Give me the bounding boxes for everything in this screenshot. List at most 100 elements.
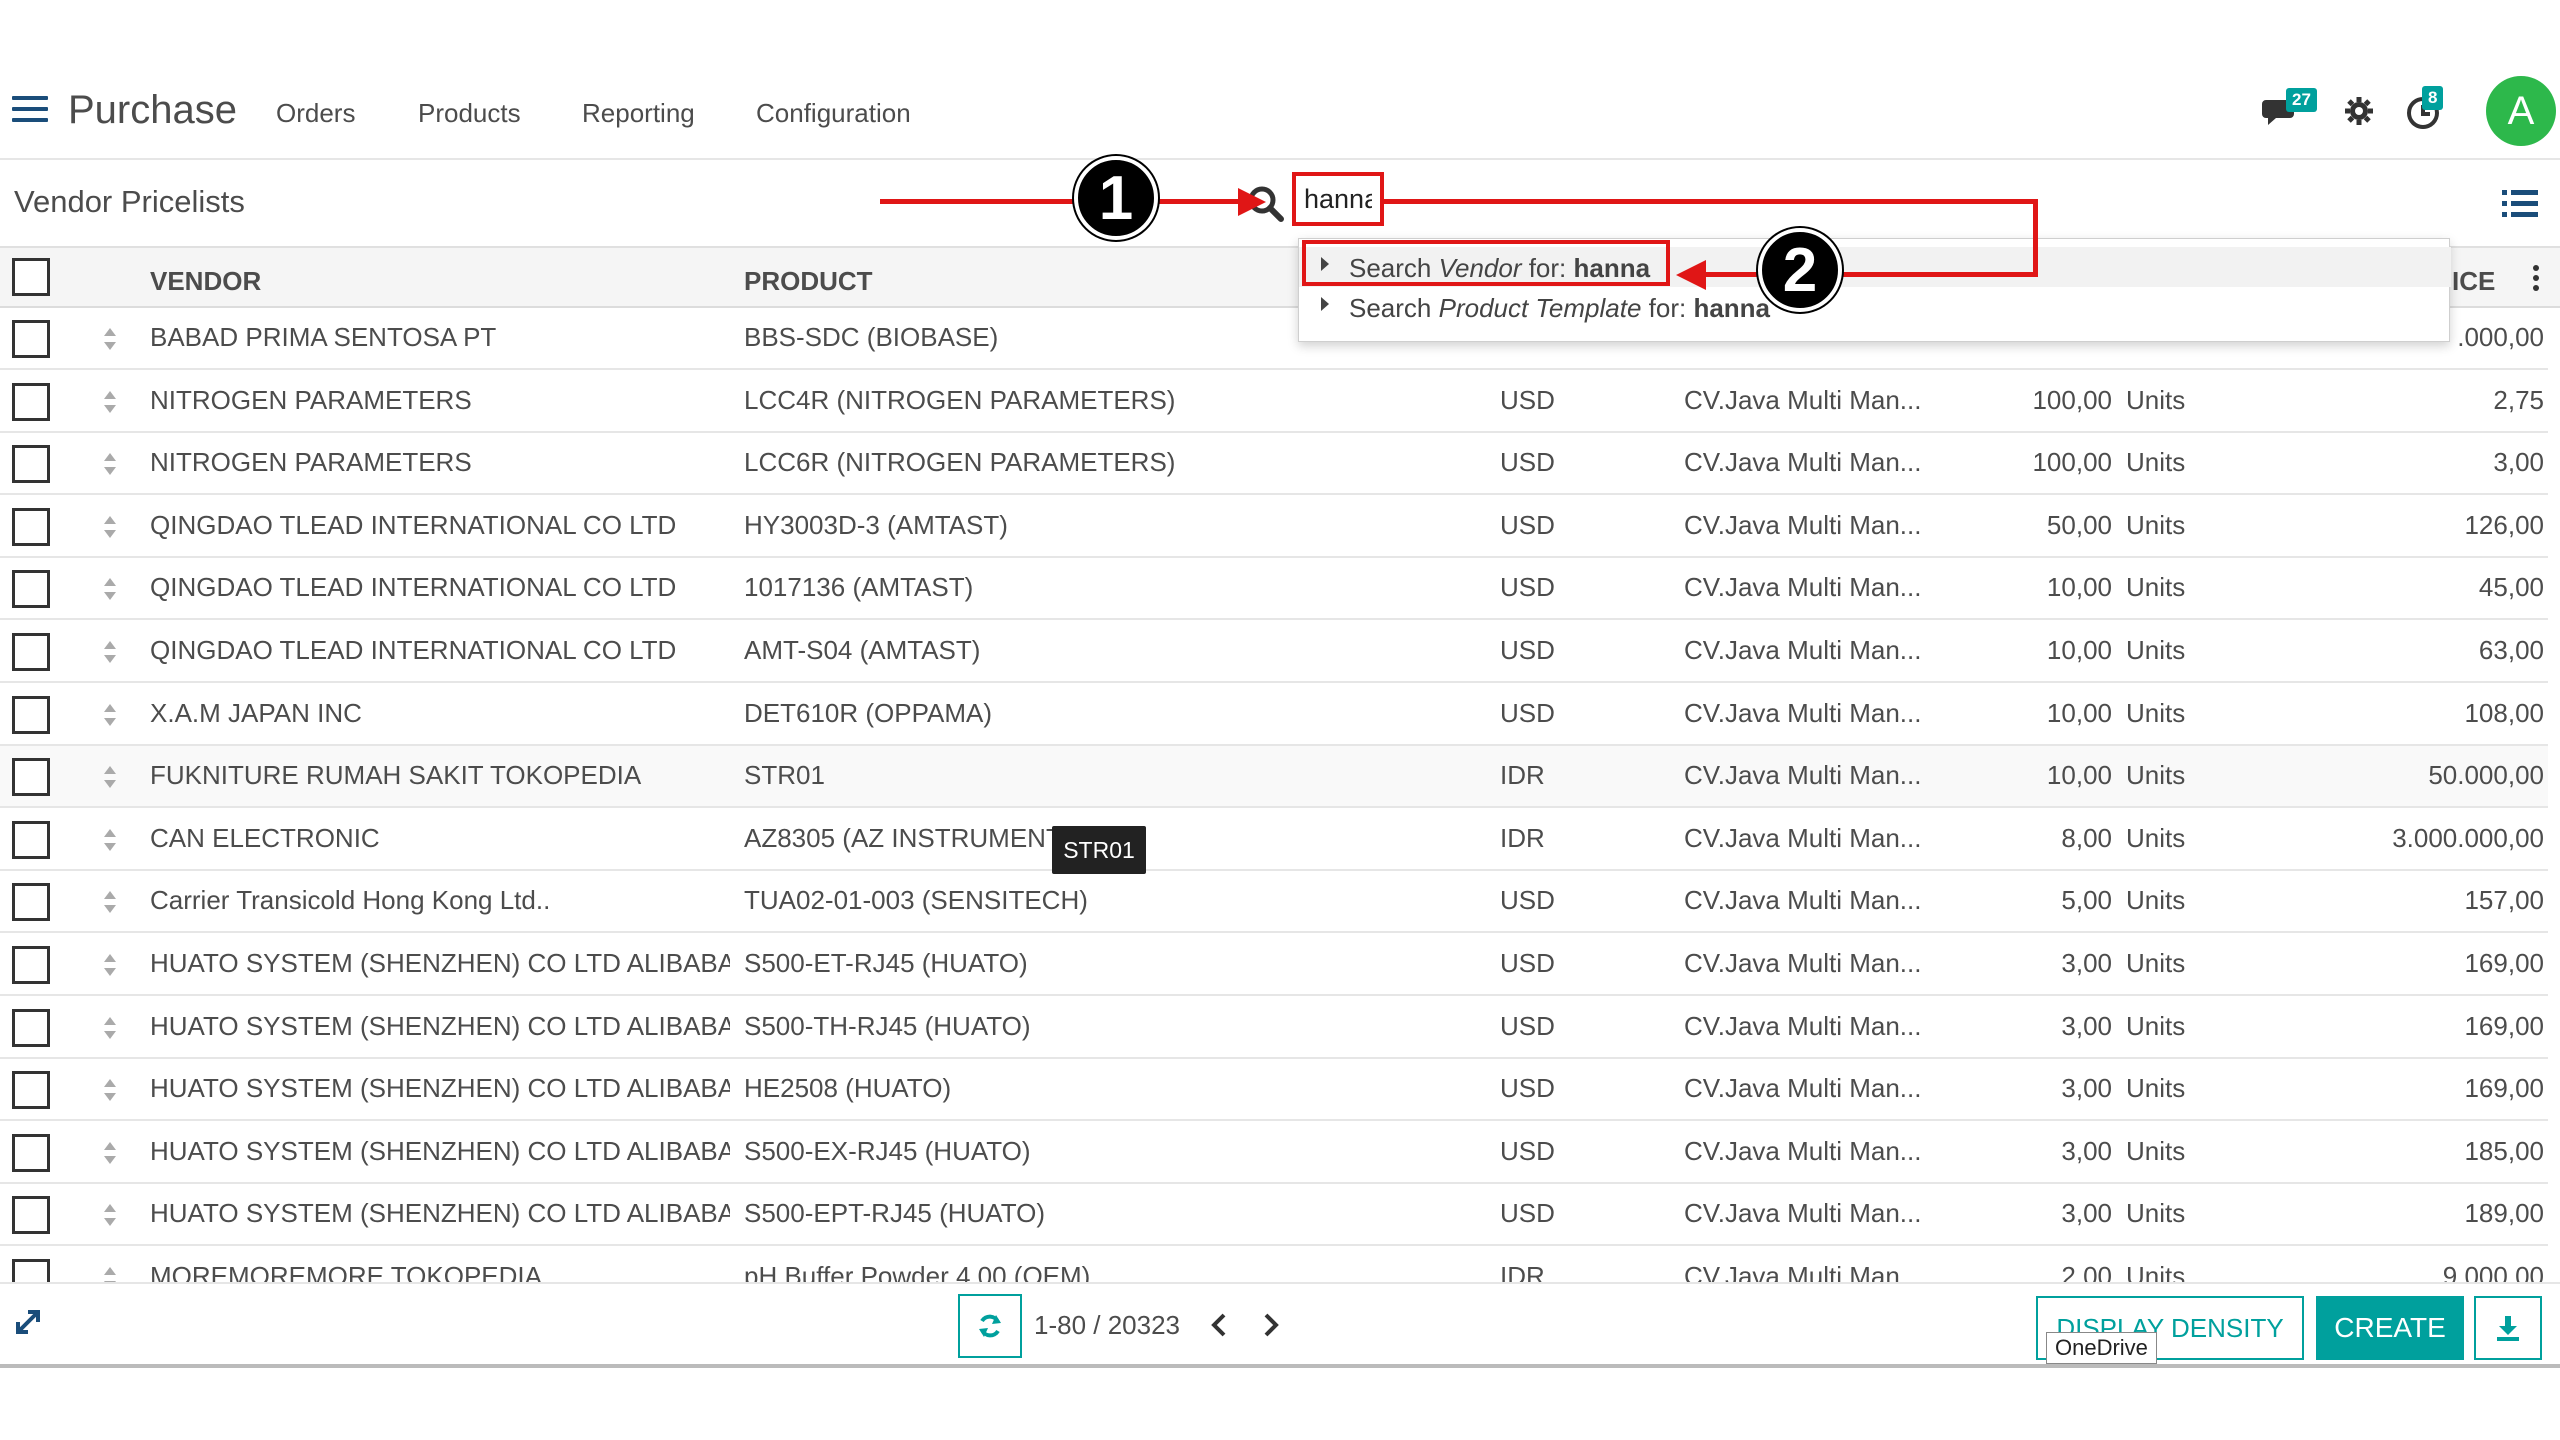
vendor-cell: FUKNITURE RUMAH SAKIT TOKOPEDIA <box>150 760 642 791</box>
row-checkbox[interactable] <box>12 507 50 546</box>
row-checkbox[interactable] <box>12 1133 50 1172</box>
vendor-cell: HUATO SYSTEM (SHENZHEN) CO LTD ALIBABA <box>150 1135 730 1166</box>
vendor-cell: QINGDAO TLEAD INTERNATIONAL CO LTD <box>150 635 677 665</box>
app-title[interactable]: Purchase <box>68 88 237 133</box>
create-button[interactable]: CREATE <box>2316 1296 2464 1360</box>
column-header-product[interactable]: PRODUCT <box>744 266 873 297</box>
column-header-vendor[interactable]: VENDOR <box>150 266 261 297</box>
table-row[interactable]: QINGDAO TLEAD INTERNATIONAL CO LTD HY3003… <box>0 495 2548 558</box>
nav-reporting[interactable]: Reporting <box>582 98 695 129</box>
pager-value[interactable]: 1-80 / 20323 <box>1034 1310 1180 1341</box>
table-row[interactable]: Carrier Transicold Hong Kong Ltd.. TUA02-… <box>0 871 2548 934</box>
vendor-cell: BABAD PRIMA SENTOSA PT <box>150 322 497 352</box>
sort-handle-icon[interactable] <box>102 700 118 730</box>
search-product-template-option[interactable]: Search Product Template for: hanna <box>1299 287 2451 327</box>
row-checkbox[interactable] <box>12 883 50 922</box>
product-cell: TUA02-01-003 (SENSITECH) <box>744 885 1088 916</box>
table-row[interactable]: HUATO SYSTEM (SHENZHEN) CO LTD ALIBABA HE… <box>0 1059 2548 1122</box>
sort-handle-icon[interactable] <box>102 574 118 604</box>
sort-handle-icon[interactable] <box>102 825 118 855</box>
table-row[interactable]: QINGDAO TLEAD INTERNATIONAL CO LTD 101713… <box>0 558 2548 621</box>
refresh-button[interactable] <box>958 1294 1022 1358</box>
expand-icon[interactable] <box>14 1308 42 1336</box>
column-options-icon[interactable] <box>2532 264 2540 292</box>
price-cell: 185,00 <box>2464 1135 2544 1166</box>
row-checkbox[interactable] <box>12 695 50 734</box>
quantity-cell: 3,00 <box>2061 1198 2112 1229</box>
row-checkbox[interactable] <box>12 320 50 358</box>
product-cell: S500-EX-RJ45 (HUATO) <box>744 1135 1031 1166</box>
row-checkbox[interactable] <box>12 570 50 609</box>
price-cell: 108,00 <box>2464 697 2544 728</box>
row-checkbox[interactable] <box>12 1071 50 1110</box>
annotation-arrow-1-line <box>880 199 1260 204</box>
chevron-left-icon <box>1211 1313 1226 1337</box>
row-checkbox[interactable] <box>12 445 50 484</box>
currency-cell: USD <box>1500 509 1555 540</box>
select-all-checkbox[interactable] <box>12 258 50 296</box>
sort-handle-icon[interactable] <box>102 950 118 980</box>
company-cell: CV.Java Multi Man... <box>1684 948 1922 978</box>
price-cell: 63,00 <box>2478 635 2544 665</box>
price-cell: 3,00 <box>2493 447 2544 478</box>
quantity-cell: 3,00 <box>2061 1135 2112 1166</box>
table-row[interactable]: NITROGEN PARAMETERS LCC4R (NITROGEN PARAM… <box>0 370 2548 433</box>
row-checkbox[interactable] <box>12 1196 50 1235</box>
refresh-icon <box>979 1314 1001 1338</box>
price-cell: 189,00 <box>2464 1198 2544 1229</box>
sort-handle-icon[interactable] <box>102 449 118 479</box>
vendor-cell: QINGDAO TLEAD INTERNATIONAL CO LTD <box>150 509 677 540</box>
table-row[interactable]: HUATO SYSTEM (SHENZHEN) CO LTD ALIBABA S5… <box>0 1121 2548 1184</box>
nav-products[interactable]: Products <box>418 98 521 129</box>
sort-handle-icon[interactable] <box>102 324 118 354</box>
gear-icon[interactable] <box>2344 96 2374 126</box>
sort-handle-icon[interactable] <box>102 1138 118 1168</box>
product-cell: S500-ET-RJ45 (HUATO) <box>744 948 1028 978</box>
table-row[interactable]: NITROGEN PARAMETERS LCC6R (NITROGEN PARAM… <box>0 433 2548 496</box>
currency-cell: USD <box>1500 447 1555 478</box>
row-checkbox[interactable] <box>12 820 50 859</box>
table-row[interactable]: HUATO SYSTEM (SHENZHEN) CO LTD ALIBABA S5… <box>0 996 2548 1059</box>
sort-handle-icon[interactable] <box>102 1075 118 1105</box>
product-cell: HY3003D-3 (AMTAST) <box>744 509 1008 540</box>
nav-configuration[interactable]: Configuration <box>756 98 911 129</box>
table-row[interactable]: HUATO SYSTEM (SHENZHEN) CO LTD ALIBABA S5… <box>0 934 2548 996</box>
column-header-price[interactable]: ICE <box>2452 266 2495 297</box>
row-checkbox[interactable] <box>12 382 50 421</box>
user-avatar[interactable]: A <box>2486 76 2556 146</box>
company-cell: CV.Java Multi Man... <box>1684 1135 1922 1166</box>
row-checkbox[interactable] <box>12 758 50 797</box>
sort-handle-icon[interactable] <box>102 1013 118 1043</box>
table-row[interactable]: FUKNITURE RUMAH SAKIT TOKOPEDIA STR01 IDR C… <box>0 746 2548 809</box>
list-view-icon[interactable] <box>2502 188 2538 220</box>
sort-handle-icon[interactable] <box>102 887 118 917</box>
product-cell: BBS-SDC (BIOBASE) <box>744 322 999 352</box>
sort-handle-icon[interactable] <box>102 637 118 667</box>
table-row[interactable]: X.A.M JAPAN INC DET610R (OPPAMA) USD CV.Jav… <box>0 683 2548 746</box>
table-row[interactable]: CAN ELECTRONIC AZ8305 (AZ INSTRUMENTS) IDR… <box>0 808 2548 871</box>
product-cell: LCC4R (NITROGEN PARAMETERS) <box>744 384 1176 415</box>
company-cell: CV.Java Multi Man... <box>1684 697 1922 728</box>
row-checkbox[interactable] <box>12 1008 50 1047</box>
nav-orders[interactable]: Orders <box>276 98 355 129</box>
footer-bar: 1-80 / 20323 DISPLAY DENSITY OneDrive CR… <box>0 1282 2560 1368</box>
sort-handle-icon[interactable] <box>102 387 118 417</box>
product-cell: DET610R (OPPAMA) <box>744 697 993 728</box>
row-checkbox[interactable] <box>12 633 50 671</box>
search-input[interactable] <box>1292 172 1384 226</box>
currency-cell: USD <box>1500 1073 1555 1104</box>
sort-handle-icon[interactable] <box>102 1200 118 1230</box>
uom-cell: Units <box>2126 948 2186 978</box>
row-checkbox[interactable] <box>12 946 50 984</box>
price-cell: 3.000.000,00 <box>2392 822 2544 853</box>
hamburger-menu-icon[interactable] <box>12 96 48 124</box>
export-button[interactable] <box>2474 1296 2542 1360</box>
table-row[interactable]: QINGDAO TLEAD INTERNATIONAL CO LTD AMT-S0… <box>0 621 2548 683</box>
table-row[interactable]: HUATO SYSTEM (SHENZHEN) CO LTD ALIBABA S5… <box>0 1184 2548 1247</box>
pager-next-button[interactable] <box>1258 1308 1284 1342</box>
quantity-cell: 10,00 <box>2046 635 2112 665</box>
sort-handle-icon[interactable] <box>102 762 118 792</box>
product-cell: HE2508 (HUATO) <box>744 1073 952 1104</box>
pager-previous-button[interactable] <box>1206 1308 1232 1342</box>
sort-handle-icon[interactable] <box>102 512 118 542</box>
